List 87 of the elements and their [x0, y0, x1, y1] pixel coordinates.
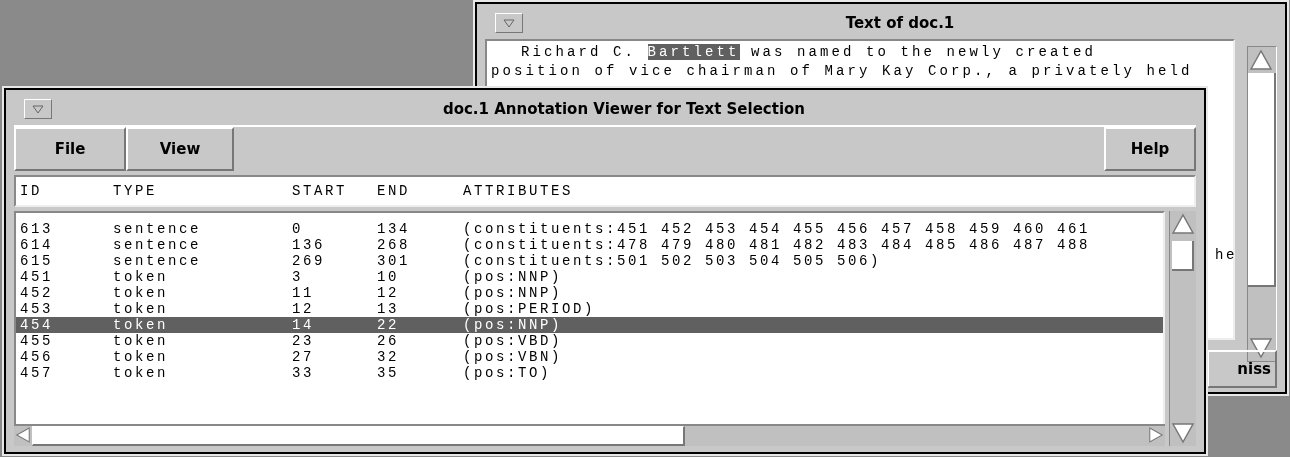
- arrow-down-icon[interactable]: [1170, 420, 1196, 446]
- list-cell-text: token: [113, 349, 169, 365]
- list-cell-text: 11: [292, 285, 315, 301]
- list-row[interactable]: 453 token 12 13 (pos:PERIOD): [16, 301, 1163, 317]
- list-cell-text: token: [113, 269, 169, 285]
- menu-button[interactable]: View: [126, 127, 234, 171]
- list-cell-text: 268: [377, 237, 411, 253]
- list-row[interactable]: 455 token 23 26 (pos:VBD): [16, 333, 1163, 349]
- list-cell-text: 136: [292, 237, 326, 253]
- list-cell-text: (constituents:451 452 453 454 455 456 457 458 459 460 461: [463, 221, 1092, 237]
- column-header: END: [377, 183, 411, 199]
- list-cell-text: sentence: [113, 221, 202, 237]
- list-cell-text: (pos:TO): [463, 365, 552, 381]
- window-title: doc.1 Annotation Viewer for Text Selection: [441, 100, 807, 118]
- list-cell-text: 451: [20, 269, 54, 285]
- list-cell-text: 455: [20, 333, 54, 349]
- list-cell-text: 614: [20, 237, 54, 253]
- list-row[interactable]: 615 sentence 269 301 (constituents:501 502 503 504 505 506): [16, 253, 1163, 269]
- list-cell-text: 32: [377, 349, 400, 365]
- document-text: Richard C. Bartlett was named to the newly created position of vice chairman of Mary Kay Corp., a privately held: [491, 43, 1194, 81]
- list-cell-text: (constituents:478 479 480 481 482 483 484 485 486 487 488: [463, 237, 1092, 253]
- list-cell-text: 22: [377, 317, 400, 333]
- scroll-thumb[interactable]: [1172, 241, 1194, 271]
- scroll-thumb[interactable]: [1248, 73, 1276, 287]
- help-menu-button[interactable]: Help: [1104, 127, 1196, 171]
- document-text-fragment: he: [1215, 247, 1237, 263]
- list-row[interactable]: 614 sentence 136 268 (constituents:478 479 480 481 482 483 484 485 486 487 488: [16, 237, 1163, 253]
- list-cell-text: 26: [377, 333, 400, 349]
- window-menu-icon[interactable]: [32, 104, 44, 114]
- list-cell-text: (pos:PERIOD): [463, 301, 597, 317]
- list-row[interactable]: 452 token 11 12 (pos:NNP): [16, 285, 1163, 301]
- list-cell-text: 613: [20, 221, 54, 237]
- column-header: START: [292, 183, 348, 199]
- window-title: Text of doc.1: [844, 14, 956, 32]
- list-cell-text: 615: [20, 253, 54, 269]
- list-cell-text: 27: [292, 349, 315, 365]
- column-header: TYPE: [113, 183, 158, 199]
- vertical-scrollbar[interactable]: [1169, 211, 1196, 446]
- arrow-right-icon[interactable]: [1147, 426, 1165, 444]
- list-row[interactable]: 457 token 33 35 (pos:TO): [16, 365, 1163, 381]
- list-cell-text: 452: [20, 285, 54, 301]
- list-cell-text: 12: [377, 285, 400, 301]
- list-row[interactable]: 454 token 14 22 (pos:NNP): [16, 317, 1163, 333]
- list-cell-text: 14: [292, 317, 315, 333]
- menu-button[interactable]: File: [14, 127, 126, 171]
- list-cell-text: 453: [20, 301, 54, 317]
- list-cell-text: 269: [292, 253, 326, 269]
- list-cell-text: 33: [292, 365, 315, 381]
- list-cell-text: 35: [377, 365, 400, 381]
- list-cell-text: 134: [377, 221, 411, 237]
- list-cell-text: sentence: [113, 253, 202, 269]
- window-menu-icon[interactable]: [503, 18, 515, 28]
- column-header: ID: [20, 183, 43, 199]
- list-cell-text: (constituents:501 502 503 504 505 506): [463, 253, 883, 269]
- arrow-up-icon[interactable]: [1248, 47, 1274, 73]
- list-cell-text: 457: [20, 365, 54, 381]
- list-cell-text: token: [113, 333, 169, 349]
- scrollbar[interactable]: [1247, 46, 1277, 362]
- list-cell-text: 3: [292, 269, 304, 285]
- list-row[interactable]: 451 token 3 10 (pos:NNP): [16, 269, 1163, 285]
- list-cell-text: token: [113, 365, 169, 381]
- column-header: ATTRIBUTES: [463, 183, 574, 199]
- arrow-up-icon[interactable]: [1170, 211, 1196, 237]
- list-row[interactable]: 456 token 27 32 (pos:VBN): [16, 349, 1163, 365]
- list-cell-text: 456: [20, 349, 54, 365]
- list-cell-text: 13: [377, 301, 400, 317]
- window-menu-button[interactable]: [495, 13, 523, 33]
- list-cell-text: 0: [292, 221, 304, 237]
- list-cell-text: 454: [20, 317, 54, 333]
- list-cell-text: sentence: [113, 237, 202, 253]
- list-row[interactable]: 613 sentence 0 134 (constituents:451 452 453 454 455 456 457 458 459 460 461: [16, 221, 1163, 237]
- list-cell-text: 23: [292, 333, 315, 349]
- arrow-down-icon[interactable]: [1248, 335, 1274, 361]
- list-cell-text: token: [113, 301, 169, 317]
- list-cell-text: 12: [292, 301, 315, 317]
- window-menu-button[interactable]: [24, 99, 52, 119]
- list-cell-text: (pos:NNP): [463, 285, 563, 301]
- list-cell-text: (pos:VBN): [463, 349, 563, 365]
- arrow-left-icon[interactable]: [14, 426, 32, 444]
- list-cell-text: token: [113, 285, 169, 301]
- list-cell-text: (pos:NNP): [463, 269, 563, 285]
- list-cell-text: 301: [377, 253, 411, 269]
- list-cell-text: (pos:NNP): [463, 317, 563, 333]
- list-cell-text: token: [113, 317, 169, 333]
- list-cell-text: (pos:VBD): [463, 333, 563, 349]
- list-cell-text: 10: [377, 269, 400, 285]
- horizontal-scrollbar[interactable]: [14, 424, 1165, 446]
